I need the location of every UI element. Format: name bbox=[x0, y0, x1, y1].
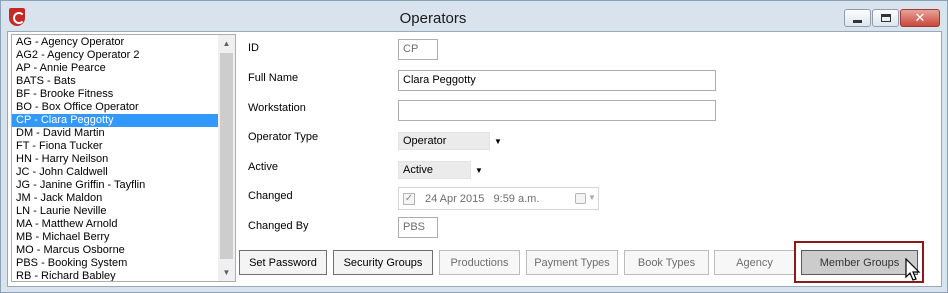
title-bar[interactable]: Operators ✕ bbox=[1, 1, 947, 33]
operators-window: Operators ✕ AG - Agency Operator AG2 - Ag… bbox=[0, 0, 948, 293]
list-item[interactable]: JC - John Caldwell bbox=[12, 166, 218, 179]
list-item[interactable]: CP - Clara Peggotty bbox=[12, 114, 218, 127]
payment-types-button[interactable]: Payment Types bbox=[526, 250, 618, 275]
scroll-up-icon[interactable]: ▲ bbox=[218, 35, 235, 52]
maximize-button[interactable] bbox=[872, 9, 899, 27]
chevron-down-icon[interactable]: ▼ bbox=[490, 132, 506, 150]
active-select[interactable]: Active bbox=[398, 161, 471, 179]
operator-type-label: Operator Type bbox=[248, 131, 319, 143]
changed-date-picker: ✓ 24 Apr 2015 9:59 a.m. ▼ bbox=[398, 187, 599, 210]
list-item[interactable]: HN - Harry Neilson bbox=[12, 153, 218, 166]
full-name-field[interactable]: Clara Peggotty bbox=[398, 70, 716, 91]
set-password-button[interactable]: Set Password bbox=[239, 250, 327, 275]
list-item[interactable]: BO - Box Office Operator bbox=[12, 101, 218, 114]
list-item[interactable]: DM - David Martin bbox=[12, 127, 218, 140]
minimize-icon bbox=[853, 19, 862, 23]
close-button[interactable]: ✕ bbox=[900, 9, 940, 27]
list-item[interactable]: AG - Agency Operator bbox=[12, 36, 218, 49]
checkbox-checked-icon: ✓ bbox=[403, 193, 415, 205]
id-label: ID bbox=[248, 42, 259, 54]
list-item[interactable]: BF - Brooke Fitness bbox=[12, 88, 218, 101]
list-item[interactable]: FT - Fiona Tucker bbox=[12, 140, 218, 153]
scroll-down-icon[interactable]: ▼ bbox=[218, 264, 235, 281]
list-item[interactable]: PBS - Booking System bbox=[12, 257, 218, 270]
scroll-thumb[interactable] bbox=[220, 53, 233, 259]
changed-label: Changed bbox=[248, 190, 293, 202]
changed-date-text: 24 Apr 2015 9:59 a.m. bbox=[425, 193, 539, 205]
id-field: CP bbox=[398, 39, 438, 60]
changed-by-label: Changed By bbox=[248, 220, 309, 232]
workstation-field[interactable] bbox=[398, 100, 716, 121]
list-item[interactable]: MB - Michael Berry bbox=[12, 231, 218, 244]
chevron-down-icon[interactable]: ▼ bbox=[471, 161, 487, 179]
book-types-button[interactable]: Book Types bbox=[624, 250, 709, 275]
list-item[interactable]: BATS - Bats bbox=[12, 75, 218, 88]
list-item[interactable]: AP - Annie Pearce bbox=[12, 62, 218, 75]
chevron-down-icon: ▼ bbox=[588, 193, 596, 202]
full-name-label: Full Name bbox=[248, 72, 299, 84]
cursor-icon bbox=[905, 258, 921, 281]
operator-type-select[interactable]: Operator bbox=[398, 132, 490, 150]
changed-time: 9:59 a.m. bbox=[493, 193, 540, 205]
list-item[interactable]: JM - Jack Maldon bbox=[12, 192, 218, 205]
productions-button[interactable]: Productions bbox=[439, 250, 520, 275]
close-icon: ✕ bbox=[914, 10, 926, 25]
minimize-button[interactable] bbox=[844, 9, 871, 27]
active-label: Active bbox=[248, 161, 278, 173]
list-item[interactable]: LN - Laurie Neville bbox=[12, 205, 218, 218]
window-title: Operators bbox=[399, 10, 467, 27]
changed-by-field: PBS bbox=[398, 217, 438, 238]
client-area: AG - Agency Operator AG2 - Agency Operato… bbox=[7, 31, 942, 287]
list-scrollbar[interactable]: ▲ ▼ bbox=[218, 35, 235, 281]
operator-list[interactable]: AG - Agency Operator AG2 - Agency Operato… bbox=[11, 34, 236, 282]
list-item[interactable]: RB - Richard Babley bbox=[12, 270, 218, 281]
list-item[interactable]: JG - Janine Griffin - Tayflin bbox=[12, 179, 218, 192]
security-groups-button[interactable]: Security Groups bbox=[333, 250, 433, 275]
list-item[interactable]: AG2 - Agency Operator 2 bbox=[12, 49, 218, 62]
calendar-icon bbox=[575, 193, 586, 204]
changed-date: 24 Apr 2015 bbox=[425, 193, 485, 205]
list-item[interactable]: MO - Marcus Osborne bbox=[12, 244, 218, 257]
list-item[interactable]: MA - Matthew Arnold bbox=[12, 218, 218, 231]
workstation-label: Workstation bbox=[248, 102, 306, 114]
agency-button[interactable]: Agency bbox=[714, 250, 795, 275]
maximize-icon bbox=[880, 14, 891, 22]
